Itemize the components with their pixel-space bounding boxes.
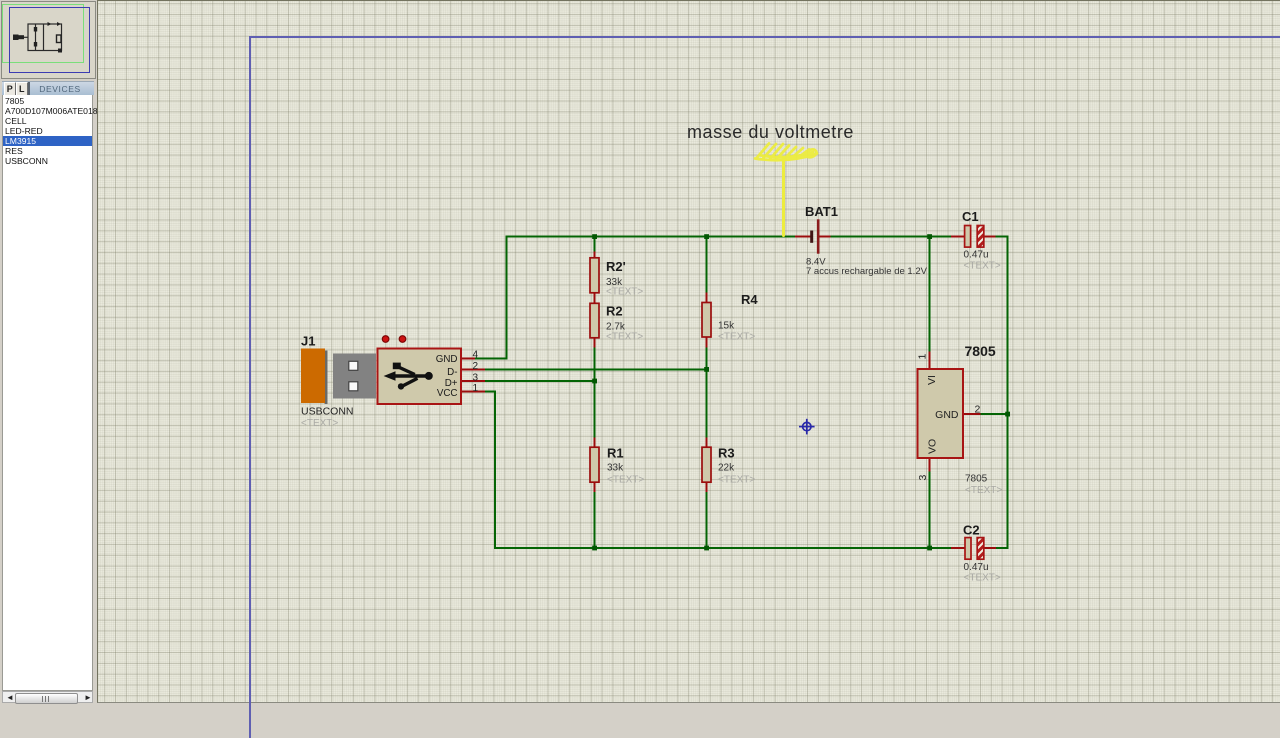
svg-text:1: 1 — [917, 354, 929, 360]
svg-text:USBCONN: USBCONN — [301, 406, 354, 418]
svg-text:3: 3 — [473, 373, 479, 384]
svg-text:3: 3 — [917, 475, 929, 481]
svg-text:<TEXT>: <TEXT> — [964, 573, 1001, 584]
svg-text:GND: GND — [935, 409, 959, 421]
svg-text:<TEXT>: <TEXT> — [718, 475, 755, 486]
svg-text:D-: D- — [447, 367, 457, 378]
svg-text:R1: R1 — [607, 446, 624, 461]
svg-text:R2: R2 — [606, 304, 623, 319]
svg-text:<TEXT>: <TEXT> — [301, 418, 338, 429]
svg-text:0.47u: 0.47u — [964, 562, 989, 573]
svg-text:C1: C1 — [962, 209, 979, 224]
svg-text:<TEXT>: <TEXT> — [606, 287, 643, 298]
svg-text:R3: R3 — [718, 446, 735, 461]
svg-text:R4: R4 — [741, 292, 758, 307]
svg-text:VCC: VCC — [437, 388, 458, 399]
svg-text:2: 2 — [975, 404, 981, 416]
svg-text:R2': R2' — [606, 259, 626, 274]
svg-text:22k: 22k — [718, 463, 735, 474]
svg-text:0.47u: 0.47u — [964, 250, 989, 261]
svg-text:1: 1 — [473, 383, 479, 394]
svg-text:4: 4 — [473, 350, 479, 361]
svg-text:C2: C2 — [963, 523, 980, 538]
svg-text:2: 2 — [473, 361, 479, 372]
svg-text:<TEXT>: <TEXT> — [965, 485, 1002, 496]
svg-text:<TEXT>: <TEXT> — [606, 332, 643, 343]
svg-text:J1: J1 — [301, 334, 315, 349]
svg-text:<TEXT>: <TEXT> — [964, 261, 1001, 272]
svg-text:VI: VI — [926, 375, 938, 385]
svg-text:33k: 33k — [607, 463, 624, 474]
svg-text:BAT1: BAT1 — [805, 204, 838, 219]
svg-text:7805: 7805 — [965, 474, 988, 485]
svg-text:15k: 15k — [718, 321, 735, 332]
svg-text:<TEXT>: <TEXT> — [718, 332, 755, 343]
svg-text:7 accus rechargable de 1.2V: 7 accus rechargable de 1.2V — [806, 266, 928, 277]
svg-text:GND: GND — [436, 354, 458, 365]
svg-text:7805: 7805 — [965, 343, 996, 359]
svg-text:<TEXT>: <TEXT> — [607, 475, 644, 486]
svg-text:VO: VO — [927, 439, 939, 454]
svg-text:masse du voltmetre: masse du voltmetre — [687, 122, 854, 142]
